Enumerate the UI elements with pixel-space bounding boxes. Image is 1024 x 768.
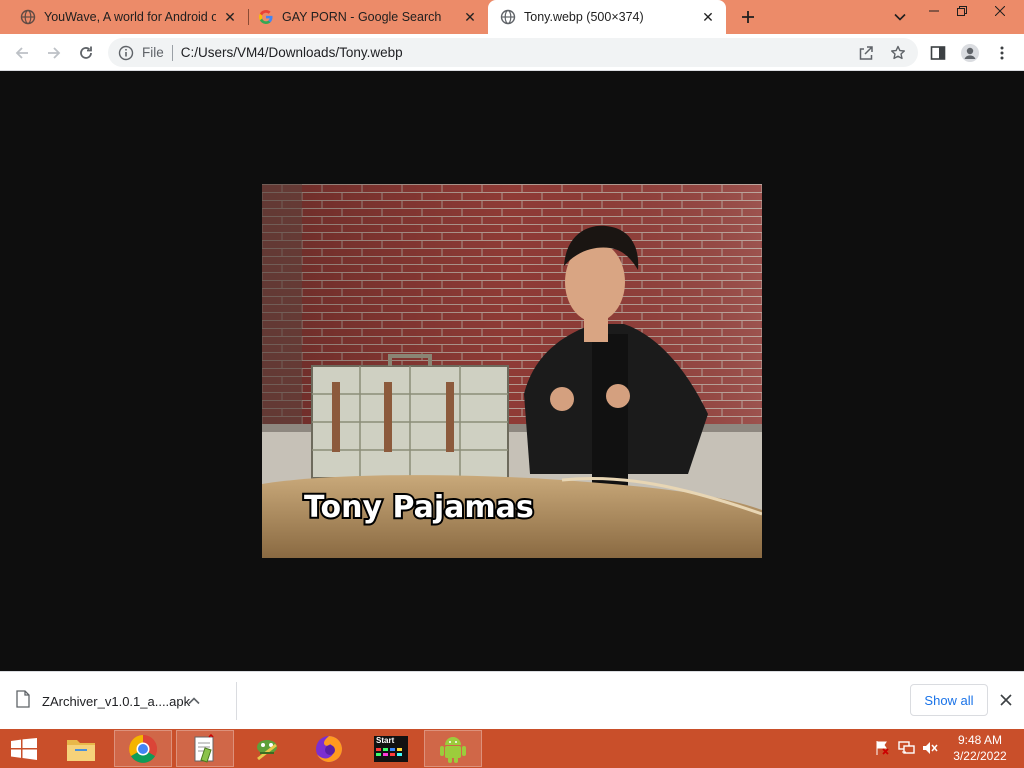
forward-button[interactable] [41, 40, 67, 66]
reload-button[interactable] [73, 40, 99, 66]
chevron-up-icon[interactable] [184, 691, 204, 711]
tab-search-button[interactable] [890, 7, 910, 27]
volume-muted-icon[interactable] [920, 737, 940, 759]
firefox-icon [316, 735, 342, 762]
tab-tony-webp[interactable]: Tony.webp (500×374) ✕ [488, 0, 726, 34]
globe-icon [500, 9, 516, 25]
divider [171, 44, 173, 61]
share-icon [859, 46, 873, 60]
kebab-menu-icon [1000, 46, 1004, 60]
tab-strip: YouWave, A world for Android on ✕ GAY PO… [0, 0, 1024, 34]
close-icon[interactable]: ✕ [222, 9, 238, 25]
close-icon [995, 6, 1005, 16]
close-icon[interactable]: ✕ [700, 9, 716, 25]
displayed-image[interactable]: Tony Pajamas Tony Pajamas [262, 184, 762, 558]
tab-youwave[interactable]: YouWave, A world for Android on ✕ [0, 0, 248, 34]
reload-icon [80, 46, 92, 59]
bookmark-button[interactable] [885, 40, 911, 66]
close-icon[interactable]: ✕ [462, 9, 478, 25]
tab-title: GAY PORN - Google Search [282, 10, 442, 24]
chrome-icon [129, 734, 157, 763]
info-icon[interactable] [118, 45, 134, 61]
folder-icon [67, 739, 95, 761]
image-viewer: Tony Pajamas Tony Pajamas [0, 71, 1024, 671]
download-bar: ZArchiver_v1.0.1_a....apk Show all [0, 671, 1024, 729]
arrow-left-icon [15, 47, 28, 59]
close-download-bar-button[interactable] [996, 690, 1016, 710]
chevron-down-icon [894, 13, 906, 21]
chrome-taskbar-button[interactable] [114, 730, 172, 767]
address-bar[interactable]: File C:/Users/VM4/Downloads/Tony.webp [108, 38, 918, 67]
windows-logo-icon [11, 737, 37, 760]
tab-title: Tony.webp (500×374) [524, 10, 644, 24]
file-explorer-taskbar-button[interactable] [52, 730, 110, 767]
tab-google-search[interactable]: GAY PORN - Google Search ✕ [238, 0, 488, 34]
notepad-plus-taskbar-button[interactable] [176, 730, 234, 767]
browser-toolbar: File C:/Users/VM4/Downloads/Tony.webp [0, 34, 1024, 71]
system-clock[interactable]: 9:48 AM 3/22/2022 [944, 732, 1016, 764]
clock-time: 9:48 AM [957, 733, 1003, 747]
side-panel-button[interactable] [925, 40, 951, 66]
star-icon [891, 45, 905, 60]
side-panel-icon [930, 46, 946, 60]
download-file-name: ZArchiver_v1.0.1_a....apk [42, 693, 191, 709]
profile-button[interactable] [957, 40, 983, 66]
close-window-button[interactable] [984, 0, 1016, 22]
url-text[interactable]: C:/Users/VM4/Downloads/Tony.webp [181, 45, 403, 60]
network-icon[interactable] [897, 737, 917, 759]
minimize-icon [929, 10, 939, 12]
new-tab-button[interactable] [737, 5, 759, 29]
back-button[interactable] [9, 40, 35, 66]
clock-date: 3/22/2022 [953, 749, 1007, 763]
file-icon [16, 689, 30, 713]
firefox-taskbar-button[interactable] [300, 730, 358, 767]
taskbar: Start 9:48 AM 3/22/2022 [0, 729, 1024, 768]
google-icon [258, 9, 274, 25]
notepad-icon [194, 733, 214, 763]
action-center-flag-icon[interactable] [872, 737, 892, 759]
lizard-icon [257, 739, 277, 760]
menu-button[interactable] [989, 40, 1015, 66]
restore-button[interactable] [946, 0, 978, 22]
image-caption-fill: Tony Pajamas [304, 490, 534, 525]
gecko-app-taskbar-button[interactable] [238, 730, 296, 767]
download-item[interactable]: ZArchiver_v1.0.1_a....apk [16, 682, 237, 720]
tab-title: YouWave, A world for Android on [44, 10, 216, 24]
start-app-taskbar-button[interactable]: Start [362, 730, 420, 767]
close-icon [1000, 694, 1012, 706]
start-app-label: Start [376, 735, 395, 745]
globe-icon [20, 9, 36, 25]
scheme-label: File [142, 45, 164, 60]
android-icon [440, 736, 466, 763]
arrow-right-icon [48, 47, 61, 59]
avatar-icon [961, 44, 979, 62]
restore-icon [957, 6, 967, 16]
android-emulator-taskbar-button[interactable] [424, 730, 482, 767]
start-app-icon: Start [374, 735, 408, 762]
show-all-button[interactable]: Show all [910, 684, 988, 716]
plus-icon [742, 11, 754, 23]
share-button[interactable] [853, 40, 879, 66]
start-button[interactable] [0, 729, 48, 768]
